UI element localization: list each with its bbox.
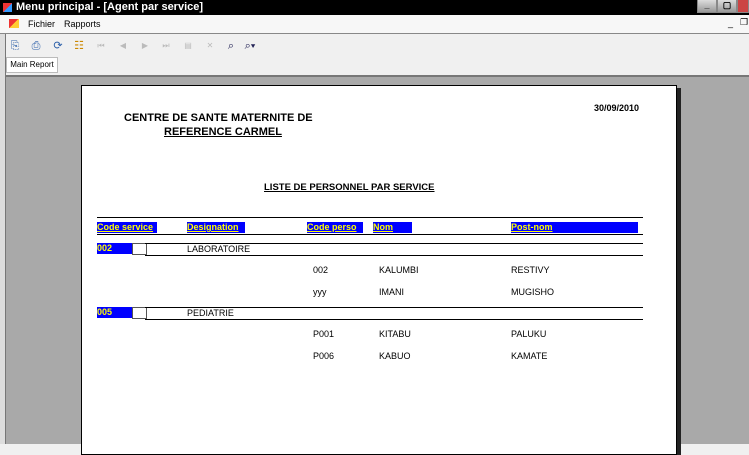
export-icon[interactable]: ⎘ xyxy=(8,39,22,53)
child-restore-button[interactable]: ❐ xyxy=(740,17,748,28)
row-code: P001 xyxy=(313,329,335,339)
group-code: 005 xyxy=(97,307,132,318)
row-nom: KABUO xyxy=(379,351,411,361)
row-postnom: RESTIVY xyxy=(511,265,550,275)
next-page-icon[interactable]: ▶ xyxy=(138,39,152,53)
group-tree-icon[interactable]: ☷ xyxy=(72,39,86,53)
row-nom: KALUMBI xyxy=(379,265,419,275)
col-code-perso: Code perso xyxy=(307,222,363,233)
minimize-button[interactable]: _ xyxy=(697,0,717,13)
row-nom: IMANI xyxy=(379,287,405,297)
zoom-icon[interactable]: ⌕▾ xyxy=(240,39,260,53)
goto-page-icon[interactable]: ▤ xyxy=(181,39,195,53)
row-nom: KITABU xyxy=(379,329,411,339)
first-page-icon[interactable]: ⏮ xyxy=(94,39,108,53)
group-line xyxy=(145,319,643,320)
close-button[interactable] xyxy=(737,0,749,13)
group-designation: PEDIATRIE xyxy=(187,308,234,318)
group-code: 002 xyxy=(97,243,132,254)
group-designation: LABORATOIRE xyxy=(187,244,251,254)
mdi-child-icon[interactable] xyxy=(9,19,19,28)
maximize-button[interactable]: ▢ xyxy=(717,0,737,13)
org-name-line2: REFERENCE CARMEL xyxy=(164,126,282,138)
refresh-icon[interactable]: ⟳ xyxy=(51,39,65,53)
print-icon[interactable]: ⎙ xyxy=(29,39,43,53)
previous-page-icon[interactable]: ◀ xyxy=(116,39,130,53)
group-code-box xyxy=(132,243,147,255)
col-designation: Designation xyxy=(187,222,245,233)
group-code-box xyxy=(132,307,147,319)
row-code: 002 xyxy=(313,265,329,275)
row-code: yyy xyxy=(313,287,327,297)
title-bar: Menu principal - [Agent par service] _ ▢ xyxy=(0,0,749,15)
report-page: CENTRE DE SANTE MATERNITE DE REFERENCE C… xyxy=(81,85,677,455)
tab-main-report[interactable]: Main Report xyxy=(6,57,58,73)
header-top-line xyxy=(97,217,643,218)
close-view-icon[interactable]: ✕ xyxy=(203,39,217,53)
app-icon xyxy=(3,3,12,12)
report-date: 30/09/2010 xyxy=(594,103,640,113)
window-title: Menu principal - [Agent par service] xyxy=(16,1,204,13)
toolbar: ⎘ ⎙ ⟳ ☷ ⏮ ◀ ▶ ⏭ ▤ ✕ ⌕ ⌕▾ xyxy=(6,36,749,56)
org-name-line1: CENTRE DE SANTE MATERNITE DE xyxy=(124,112,313,124)
child-minimize-button[interactable]: _ xyxy=(728,18,733,28)
row-postnom: PALUKU xyxy=(511,329,547,339)
menu-bar: Fichier Rapports _ ❐ xyxy=(0,15,749,34)
col-nom: Nom xyxy=(373,222,412,233)
row-code: P006 xyxy=(313,351,335,361)
col-post-nom: Post-nom xyxy=(511,222,638,233)
find-icon[interactable]: ⌕ xyxy=(224,39,238,53)
header-bottom-line xyxy=(97,234,643,235)
menu-rapports[interactable]: Rapports xyxy=(64,19,101,29)
group-line xyxy=(145,255,643,256)
menu-fichier[interactable]: Fichier xyxy=(28,19,55,29)
last-page-icon[interactable]: ⏭ xyxy=(159,39,173,53)
row-postnom: KAMATE xyxy=(511,351,548,361)
col-code-service: Code service xyxy=(97,222,157,233)
report-title: LISTE DE PERSONNEL PAR SERVICE xyxy=(264,182,435,193)
row-postnom: MUGISHO xyxy=(511,287,555,297)
